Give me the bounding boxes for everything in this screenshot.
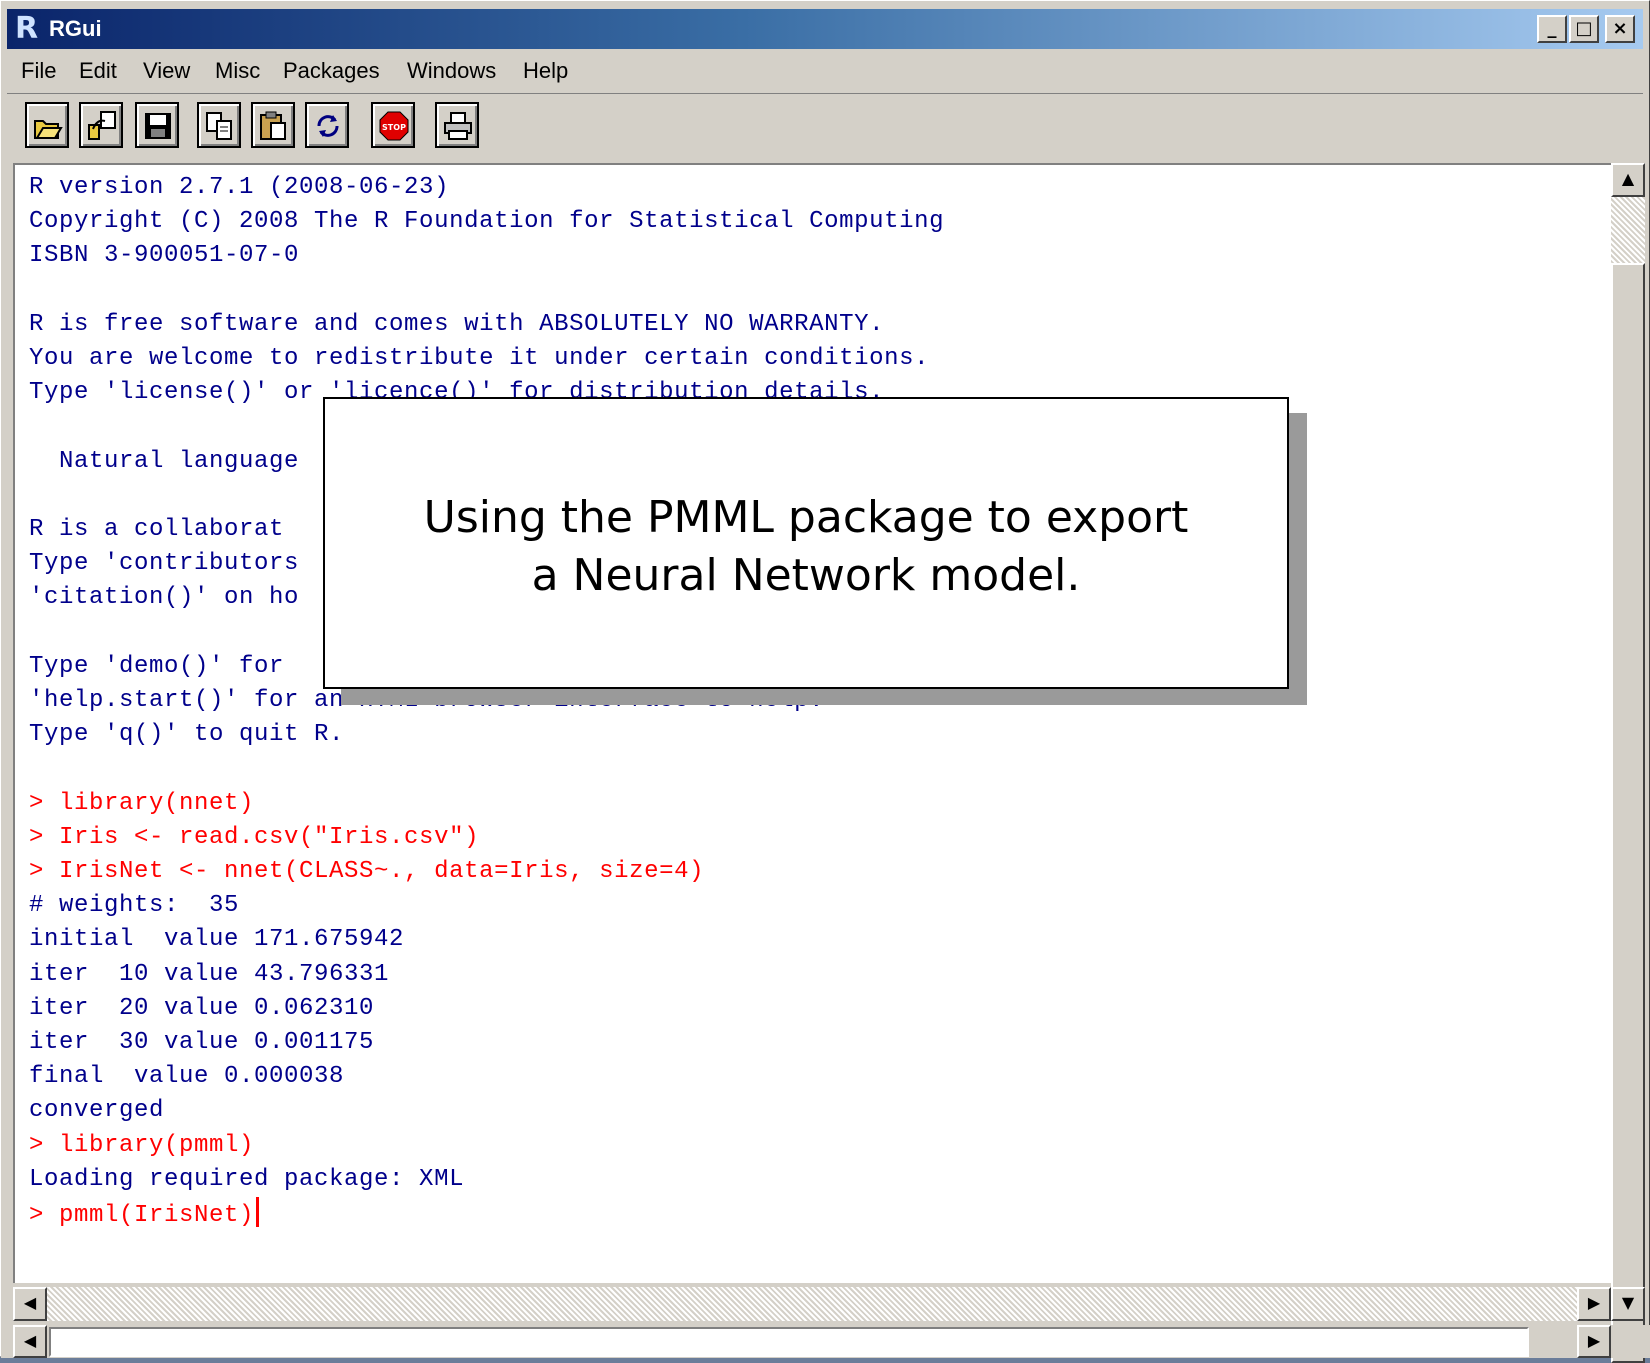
window-scroll-left-button[interactable]: ◀ — [13, 1325, 47, 1358]
console-output-line: Copyright (C) 2008 The R Foundation for … — [29, 208, 945, 236]
console-command-line: > Iris <- read.csv("Iris.csv") — [29, 823, 480, 851]
save-button[interactable] — [135, 102, 179, 148]
scroll-up-button[interactable]: ▲ — [1611, 163, 1645, 197]
open-script-icon — [34, 120, 63, 139]
console-output[interactable]: R version 2.7.1 (2008-06-23) Copyright (C… — [13, 163, 1611, 1283]
scroll-right-button[interactable]: ▶ — [1577, 1287, 1611, 1321]
toolbar: STOP — [7, 93, 1643, 156]
menu-help[interactable]: Help — [523, 57, 568, 85]
menu-windows[interactable]: Windows — [407, 57, 496, 85]
console-output-line: Loading required package: XML — [29, 1165, 465, 1193]
horizontal-scrollbar[interactable]: ◀ ▶ — [13, 1287, 1611, 1321]
refresh-icon — [317, 115, 339, 137]
menu-view[interactable]: View — [143, 57, 190, 85]
load-workspace-icon — [88, 111, 116, 140]
open-script-button[interactable] — [25, 102, 69, 148]
console-output-line: Type 'contributors — [29, 550, 300, 578]
annotation-callout: Using the PMML package to export a Neura… — [323, 397, 1289, 689]
console-output-line: You are welcome to redistribute it under… — [29, 345, 930, 372]
console-output-line: iter 30 value 0.001175 — [29, 1029, 375, 1056]
close-button[interactable]: × — [1605, 15, 1635, 43]
window-scroll-right-button[interactable]: ▶ — [1577, 1325, 1611, 1358]
menu-misc[interactable]: Misc — [215, 57, 260, 85]
callout-line-2: a Neural Network model. — [531, 550, 1081, 601]
console-output-line: R version 2.7.1 (2008-06-23) — [29, 174, 450, 201]
menu-bar: File Edit View Misc Packages Windows Hel… — [7, 53, 1643, 89]
vertical-scrollbar[interactable]: ▲ ▼ — [1611, 163, 1645, 1363]
callout-text: Using the PMML package to export a Neura… — [325, 489, 1287, 605]
scroll-thumb[interactable] — [1611, 263, 1645, 1363]
menu-edit[interactable]: Edit — [79, 57, 117, 85]
console-output-line: # weights: 35 — [29, 892, 240, 920]
load-workspace-button[interactable] — [79, 102, 123, 148]
print-button[interactable] — [435, 102, 479, 148]
title-bar[interactable]: R RGui _ □ × — [7, 9, 1643, 49]
print-icon — [444, 112, 472, 140]
r-logo-icon: R — [15, 11, 39, 46]
menu-file[interactable]: File — [21, 57, 56, 85]
copy-icon — [206, 112, 232, 140]
console-output-line: iter 10 value 43.796331 — [29, 960, 390, 988]
status-field — [49, 1327, 1529, 1357]
save-icon — [145, 113, 171, 139]
minimize-button[interactable]: _ — [1537, 15, 1567, 43]
console-command-line: > pmml(IrisNet) — [29, 1197, 260, 1233]
stop-button[interactable]: STOP — [371, 102, 415, 148]
callout-line-1: Using the PMML package to export — [423, 492, 1189, 543]
scroll-down-button[interactable]: ▼ — [1611, 1287, 1645, 1321]
console-output-line: 'citation()' on ho — [29, 584, 300, 612]
console-output-line: converged — [29, 1097, 165, 1125]
console-output-line: Type 'q()' to quit R. — [29, 721, 345, 749]
paste-button[interactable] — [251, 102, 295, 148]
console-command-line: > library(nnet) — [29, 789, 255, 817]
window-title: RGui — [49, 16, 102, 41]
scroll-left-button[interactable]: ◀ — [13, 1287, 47, 1321]
console-output-line: iter 20 value 0.062310 — [29, 994, 375, 1022]
console-output-line: Type 'demo()' for — [29, 652, 285, 680]
console-command-line: > IrisNet <- nnet(CLASS~., data=Iris, si… — [29, 858, 705, 885]
text-cursor — [256, 1197, 260, 1227]
stop-icon: STOP — [379, 111, 409, 141]
menu-packages[interactable]: Packages — [283, 57, 380, 85]
console-output-line: ISBN 3-900051-07-0 — [29, 242, 300, 270]
console-command-line: > library(pmml) — [29, 1131, 255, 1159]
console-output-line: Natural language — [29, 447, 300, 475]
status-bar: ◀ ▶ — [1, 1325, 1650, 1358]
rgui-window: R RGui _ □ × File Edit View Misc Package… — [0, 0, 1650, 1363]
copy-button[interactable] — [197, 102, 241, 148]
stop-label: STOP — [382, 123, 406, 132]
console-output-line: R is free software and comes with ABSOLU… — [29, 310, 885, 338]
console-output-line: initial value 171.675942 — [29, 926, 405, 954]
paste-icon — [260, 111, 286, 140]
refresh-button[interactable] — [305, 102, 349, 148]
console-output-line: R is a collaborat — [29, 516, 285, 543]
maximize-button[interactable]: □ — [1569, 15, 1599, 43]
console-output-line: final value 0.000038 — [29, 1063, 345, 1091]
